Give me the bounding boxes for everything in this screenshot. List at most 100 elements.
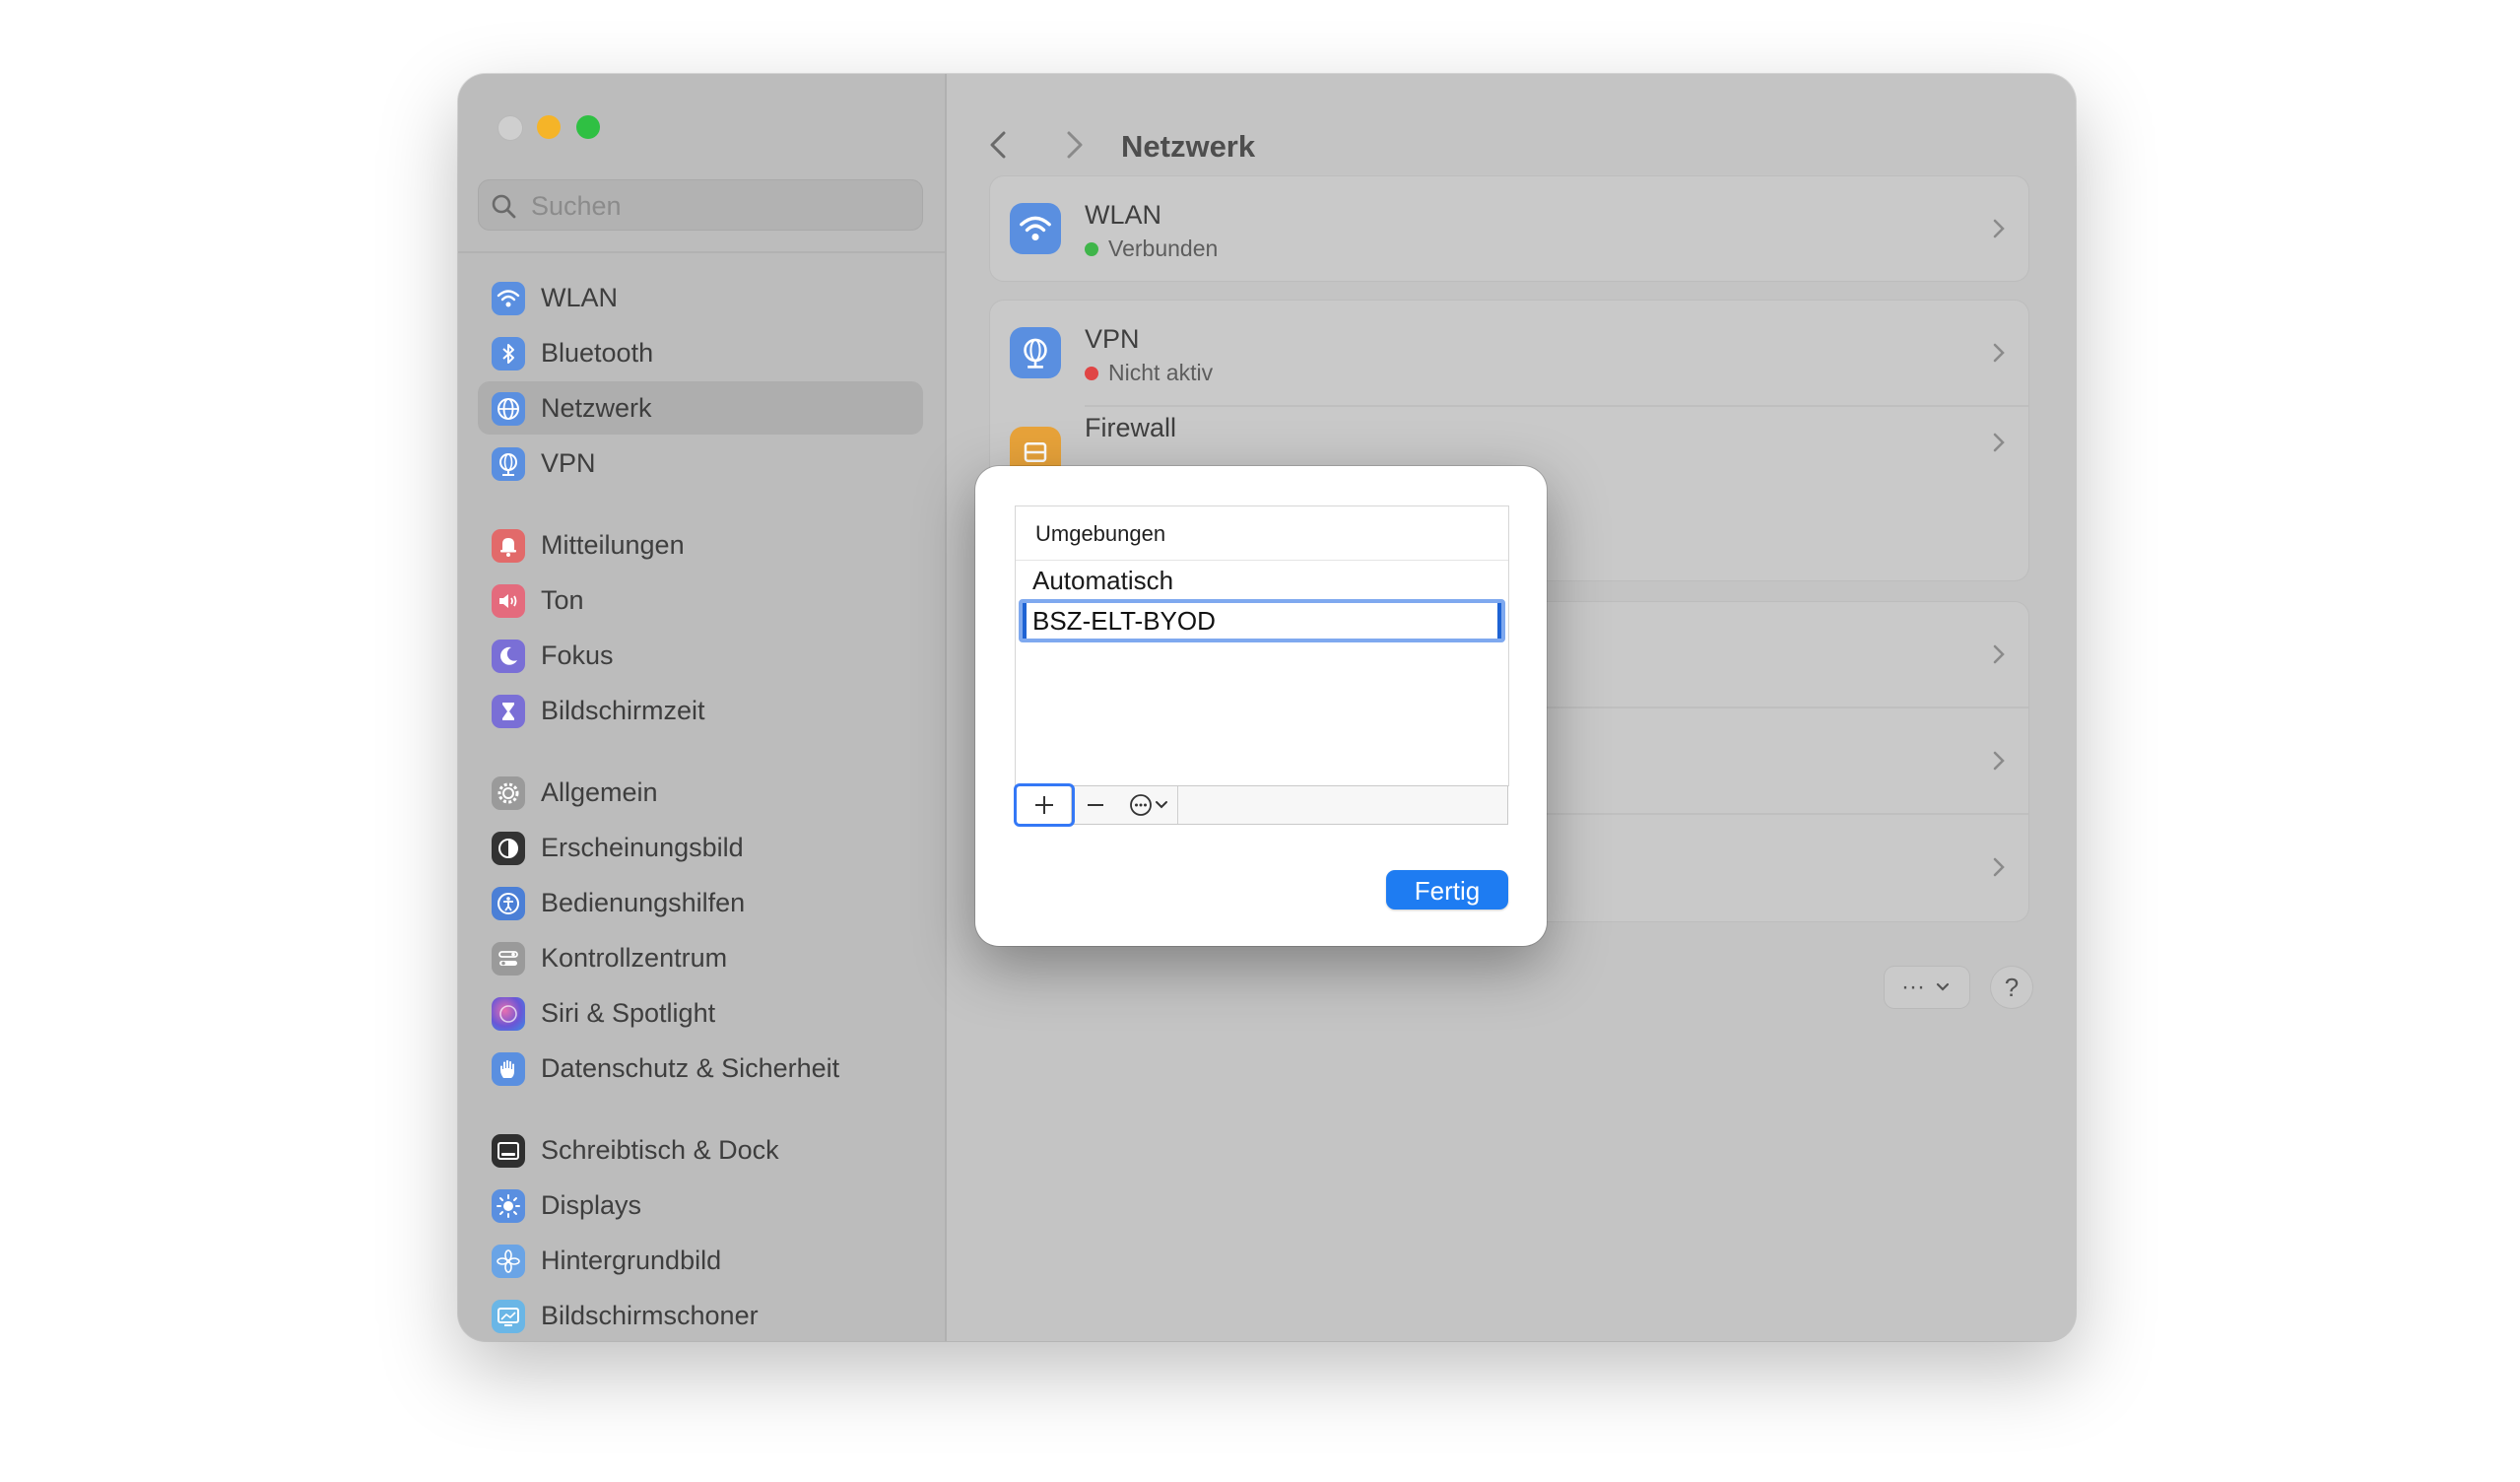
sidebar-item-label: Datenschutz & Sicherheit bbox=[541, 1053, 840, 1083]
sidebar-item-label: Schreibtisch & Dock bbox=[541, 1135, 779, 1165]
hand-icon bbox=[492, 1052, 525, 1086]
flower-icon bbox=[492, 1245, 525, 1278]
globe-icon bbox=[492, 392, 525, 426]
help-button[interactable]: ? bbox=[1991, 967, 2032, 1008]
bell-icon bbox=[492, 529, 525, 563]
sidebar-item-bildschirmschoner[interactable]: Bildschirmschoner bbox=[478, 1289, 923, 1341]
chevron-down-icon bbox=[1936, 982, 1950, 991]
bluetooth-icon bbox=[492, 337, 525, 370]
row-title: Firewall bbox=[1085, 413, 1177, 442]
sidebar: WLAN Bluetooth Netzwerk VPN Mitteilung bbox=[458, 74, 947, 1341]
back-button[interactable] bbox=[980, 125, 1020, 165]
speaker-icon bbox=[492, 584, 525, 618]
hourglass-icon bbox=[492, 695, 525, 728]
locations-dialog: Umgebungen Automatisch Fertig bbox=[975, 466, 1547, 946]
help-icon: ? bbox=[2004, 972, 2020, 1002]
sidebar-item-bluetooth[interactable]: Bluetooth bbox=[478, 326, 923, 379]
sidebar-item-label: Siri & Spotlight bbox=[541, 998, 716, 1028]
sidebar-item-label: Kontrollzentrum bbox=[541, 943, 728, 973]
chevron-left-icon bbox=[990, 131, 1006, 159]
row-status: Nicht aktiv bbox=[1085, 360, 1213, 386]
sidebar-item-label: Bildschirmzeit bbox=[541, 696, 705, 725]
more-actions-button[interactable]: ··· bbox=[1885, 967, 1969, 1008]
sidebar-item-label: Displays bbox=[541, 1190, 642, 1220]
close-window-button[interactable] bbox=[497, 115, 523, 141]
sidebar-item-vpn[interactable]: VPN bbox=[478, 437, 923, 490]
sidebar-item-label: Allgemein bbox=[541, 777, 658, 807]
dock-icon bbox=[492, 1134, 525, 1168]
wifi-icon bbox=[492, 282, 525, 315]
status-dot-red bbox=[1085, 367, 1098, 380]
vpn-globe-icon bbox=[492, 447, 525, 481]
done-button[interactable]: Fertig bbox=[1386, 870, 1508, 909]
vpn-globe-icon bbox=[1010, 327, 1061, 378]
accessibility-icon bbox=[492, 887, 525, 920]
sidebar-item-label: Bildschirmschoner bbox=[541, 1301, 759, 1330]
sidebar-item-displays[interactable]: Displays bbox=[478, 1179, 923, 1232]
search-input[interactable] bbox=[529, 179, 907, 233]
minus-icon bbox=[1088, 804, 1103, 806]
list-header: Umgebungen bbox=[1016, 506, 1508, 561]
sidebar-item-label: Netzwerk bbox=[541, 393, 652, 423]
siri-icon bbox=[492, 997, 525, 1031]
sidebar-item-label: Erscheinungsbild bbox=[541, 833, 744, 862]
moon-icon bbox=[492, 640, 525, 673]
sun-icon bbox=[492, 1189, 525, 1223]
location-item-automatisch[interactable]: Automatisch bbox=[1032, 566, 1173, 596]
control-center-icon bbox=[492, 942, 525, 976]
search-field[interactable] bbox=[478, 179, 923, 233]
sidebar-item-bildschirmzeit[interactable]: Bildschirmzeit bbox=[478, 684, 923, 737]
sidebar-item-label: Bluetooth bbox=[541, 338, 654, 368]
chevron-right-icon bbox=[1993, 343, 2005, 363]
add-location-button[interactable] bbox=[1017, 786, 1072, 824]
page-title: Netzwerk bbox=[1121, 129, 1256, 164]
chevron-right-icon bbox=[1993, 751, 2005, 771]
network-row-vpn[interactable]: VPN Nicht aktiv bbox=[990, 301, 2028, 405]
sidebar-item-allgemein[interactable]: Allgemein bbox=[478, 766, 923, 819]
row-title: WLAN bbox=[1085, 200, 1162, 230]
sidebar-item-hintergrundbild[interactable]: Hintergrundbild bbox=[478, 1234, 923, 1287]
sidebar-item-fokus[interactable]: Fokus bbox=[478, 629, 923, 682]
wifi-icon bbox=[1010, 203, 1061, 254]
sidebar-item-schreibtisch-dock[interactable]: Schreibtisch & Dock bbox=[478, 1123, 923, 1177]
plus-icon bbox=[1034, 796, 1053, 814]
sidebar-item-label: WLAN bbox=[541, 283, 619, 312]
network-row-wlan[interactable]: WLAN Verbunden bbox=[990, 176, 2028, 281]
sidebar-item-mitteilungen[interactable]: Mitteilungen bbox=[478, 518, 923, 572]
ellipsis-circle-icon bbox=[1130, 794, 1152, 816]
sidebar-item-label: Fokus bbox=[541, 640, 614, 670]
sidebar-item-bedienungshilfen[interactable]: Bedienungshilfen bbox=[478, 876, 923, 929]
minimize-window-button[interactable] bbox=[537, 115, 561, 139]
chevron-right-icon bbox=[1067, 131, 1083, 159]
wlan-card: WLAN Verbunden bbox=[990, 176, 2028, 281]
chevron-right-icon bbox=[1993, 644, 2005, 664]
sidebar-item-label: Hintergrundbild bbox=[541, 1246, 722, 1275]
location-name-input[interactable] bbox=[1019, 599, 1505, 642]
appearance-icon bbox=[492, 832, 525, 865]
sidebar-item-erscheinungsbild[interactable]: Erscheinungsbild bbox=[478, 821, 923, 874]
sidebar-divider bbox=[458, 251, 945, 253]
sidebar-item-label: Ton bbox=[541, 585, 584, 615]
list-toolbar bbox=[1016, 785, 1508, 825]
row-title: VPN bbox=[1085, 324, 1140, 354]
location-options-button[interactable] bbox=[1120, 786, 1178, 824]
sidebar-item-datenschutz[interactable]: Datenschutz & Sicherheit bbox=[478, 1042, 923, 1095]
sidebar-item-netzwerk[interactable]: Netzwerk bbox=[478, 381, 923, 435]
chevron-down-icon bbox=[1156, 801, 1167, 809]
remove-location-button[interactable] bbox=[1071, 786, 1121, 824]
ellipsis-icon: ··· bbox=[1901, 974, 1925, 1000]
sidebar-item-siri-spotlight[interactable]: Siri & Spotlight bbox=[478, 986, 923, 1040]
zoom-window-button[interactable] bbox=[576, 115, 600, 139]
chevron-right-icon bbox=[1993, 433, 2005, 452]
status-dot-green bbox=[1085, 242, 1098, 256]
sidebar-item-ton[interactable]: Ton bbox=[478, 573, 923, 627]
sidebar-item-wlan[interactable]: WLAN bbox=[478, 271, 923, 324]
forward-button[interactable] bbox=[1053, 125, 1093, 165]
search-icon bbox=[492, 194, 516, 219]
sidebar-item-kontrollzentrum[interactable]: Kontrollzentrum bbox=[478, 931, 923, 984]
locations-list: Umgebungen Automatisch bbox=[1015, 505, 1509, 825]
sidebar-item-label: Mitteilungen bbox=[541, 530, 685, 560]
sidebar-item-label: Bedienungshilfen bbox=[541, 888, 746, 917]
chevron-right-icon bbox=[1993, 219, 2005, 238]
gear-icon bbox=[492, 776, 525, 810]
